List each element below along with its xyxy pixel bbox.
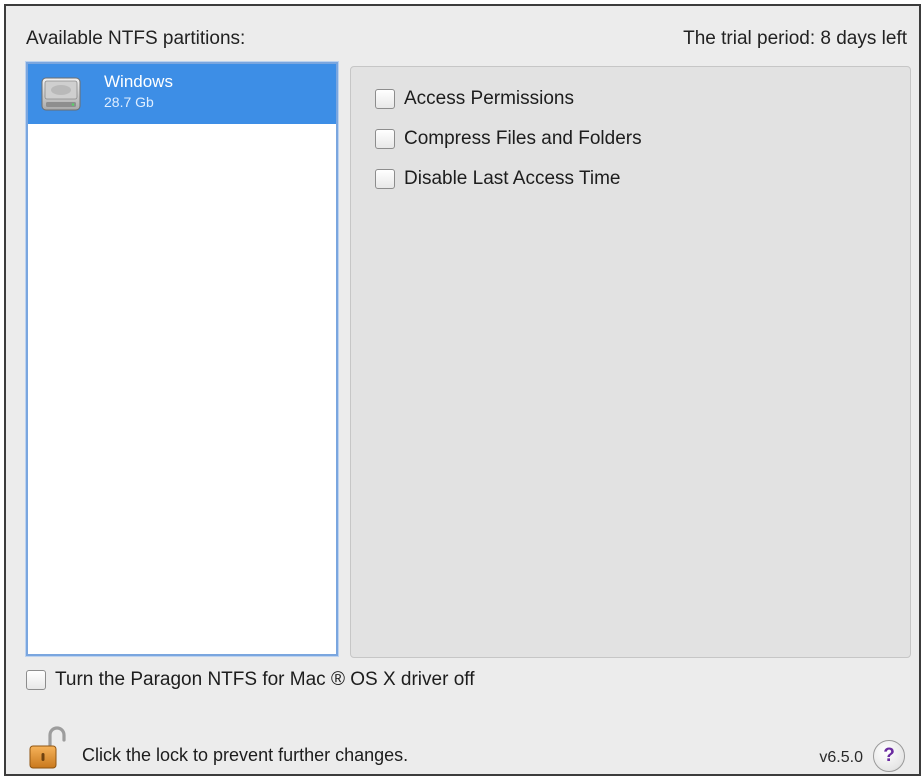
access-permissions-checkbox[interactable] — [375, 89, 395, 109]
access-permissions-option[interactable]: Access Permissions — [375, 88, 574, 110]
partition-list[interactable]: Windows 28.7 Gb — [26, 62, 338, 656]
driver-off-label: Turn the Paragon NTFS for Mac ® OS X dri… — [55, 669, 475, 690]
compress-files-checkbox[interactable] — [375, 129, 395, 149]
compress-files-option[interactable]: Compress Files and Folders — [375, 128, 642, 150]
trial-period-label: The trial period: 8 days left — [683, 28, 907, 49]
access-permissions-label: Access Permissions — [404, 88, 574, 109]
disable-last-access-checkbox[interactable] — [375, 169, 395, 189]
driver-off-checkbox[interactable] — [26, 670, 46, 690]
disable-last-access-label: Disable Last Access Time — [404, 168, 621, 189]
unlocked-padlock-icon[interactable] — [26, 724, 74, 772]
partition-item-windows[interactable]: Windows 28.7 Gb — [28, 64, 336, 124]
driver-off-option[interactable]: Turn the Paragon NTFS for Mac ® OS X dri… — [26, 669, 474, 691]
hard-disk-icon — [41, 77, 81, 111]
disable-last-access-option[interactable]: Disable Last Access Time — [375, 168, 620, 190]
partitions-heading: Available NTFS partitions: — [26, 28, 246, 49]
partition-size: 28.7 Gb — [104, 94, 154, 110]
partition-name: Windows — [104, 72, 173, 91]
preference-pane: Available NTFS partitions: The trial per… — [4, 4, 921, 776]
help-button[interactable]: ? — [873, 740, 905, 772]
partition-options-panel: Access Permissions Compress Files and Fo… — [350, 66, 911, 658]
compress-files-label: Compress Files and Folders — [404, 128, 642, 149]
version-label: v6.5.0 — [819, 749, 863, 766]
lock-instruction-text: Click the lock to prevent further change… — [82, 745, 409, 765]
